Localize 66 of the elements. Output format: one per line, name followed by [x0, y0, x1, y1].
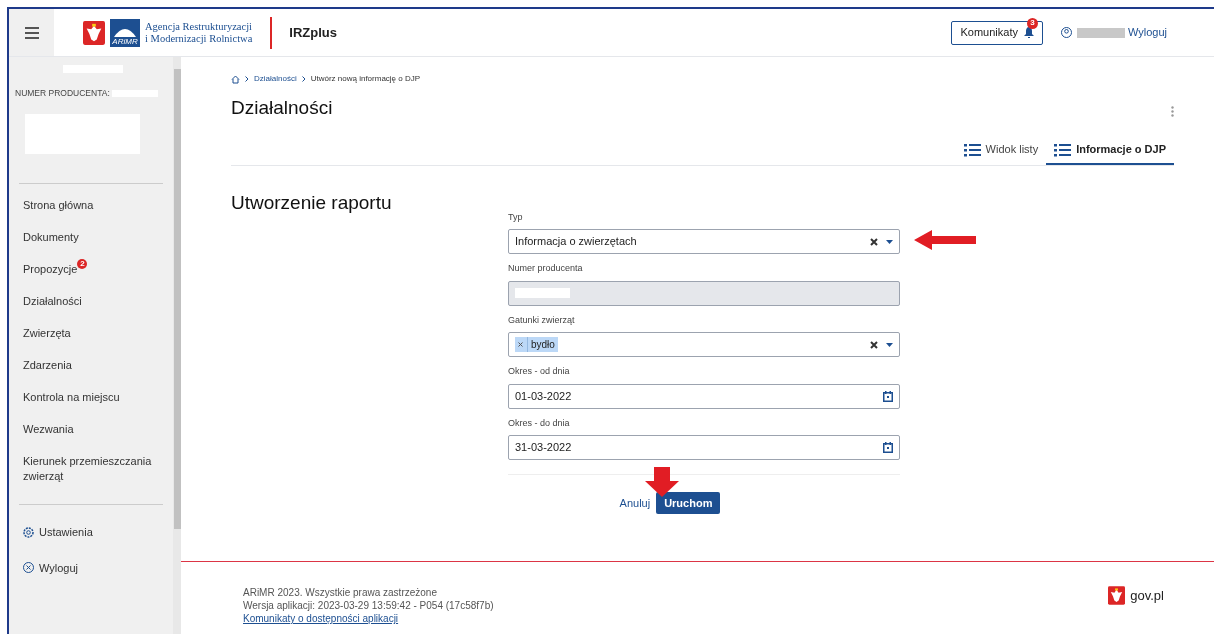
pointer-arrow — [645, 467, 679, 497]
cancel-link[interactable]: Anuluj — [619, 494, 651, 512]
chevron-icon — [245, 76, 249, 82]
view-tab[interactable]: Widok listy — [955, 136, 1047, 165]
accessibility-link[interactable]: Komunikaty o dostępności aplikacji — [243, 612, 494, 625]
nav-link[interactable]: Propozycje — [23, 262, 78, 277]
footer-text: Wersja aplikacji: 2023-03-29 13:59:42 - P054 (17c58f7b) — [243, 599, 494, 612]
date-field[interactable]: 31-03-2022 — [508, 435, 900, 460]
select-field[interactable]: Informacja o zwierzętach — [508, 229, 900, 254]
settings-icon — [23, 526, 34, 538]
more-options-icon[interactable] — [1171, 105, 1174, 117]
page-title: Działalności — [231, 96, 333, 120]
nav-link[interactable]: Dokumenty — [23, 230, 79, 245]
calendar-icon[interactable] — [883, 390, 893, 402]
breadcrumb-link[interactable]: Działalności — [254, 73, 297, 85]
current-page-text: Utwórz nową informację o DJP — [310, 73, 421, 85]
gov-logo-text: gov.pl — [1130, 587, 1164, 605]
footer-text: ARiMR 2023. Wszystkie prawa zastrzeżone — [243, 586, 438, 599]
section-title: Utworzenie raportu — [231, 190, 393, 215]
clear-icon[interactable] — [870, 237, 878, 246]
logout-link[interactable]: Wyloguj — [1127, 24, 1167, 41]
nav-link[interactable]: Kontrola na miejscu — [23, 390, 120, 405]
logout-icon — [23, 562, 34, 574]
eagle-emblem-icon — [1108, 586, 1126, 605]
logo-text: ARiMR — [112, 36, 138, 46]
field-label: Gatunki zwierząt — [508, 313, 576, 327]
caret-icon[interactable] — [886, 239, 893, 244]
user-icon — [1060, 27, 1072, 38]
menu-icon[interactable] — [24, 26, 39, 39]
chevron-icon — [301, 76, 306, 82]
count-badge: 2 — [77, 259, 88, 269]
multiselect-field[interactable]: bydło — [508, 332, 900, 357]
calendar-icon[interactable] — [883, 442, 893, 453]
redacted-username — [1076, 27, 1125, 38]
field-label: Okres - od dnia — [508, 365, 571, 378]
list-icon — [963, 142, 981, 157]
agency-name: Agencja Restrukturyzacji — [145, 20, 253, 33]
home-icon[interactable] — [231, 74, 240, 84]
tag-chip[interactable]: bydło — [515, 337, 558, 352]
agency-name: i Modernizacji Rolnictwa — [145, 32, 253, 45]
field-label: Numer producenta — [508, 262, 584, 275]
remove-icon[interactable] — [518, 342, 523, 347]
nav-link[interactable]: Strona główna — [23, 198, 94, 213]
nav-link[interactable]: Zwierzęta — [23, 326, 71, 341]
caret-icon[interactable] — [886, 342, 893, 347]
notifications-button[interactable]: Komunikaty 3 — [951, 20, 1043, 45]
notification-badge: 3 — [1026, 17, 1038, 29]
clear-icon[interactable] — [870, 340, 878, 349]
nav-link[interactable]: Kierunek przemieszczania zwierząt — [23, 454, 158, 484]
list-icon — [1054, 142, 1072, 157]
eagle-emblem-icon — [83, 19, 105, 46]
run-button[interactable]: Uruchom — [656, 492, 721, 514]
view-tab[interactable]: Informacje o DJP — [1046, 136, 1174, 165]
date-field[interactable]: 01-03-2022 — [508, 383, 900, 409]
field-label: Okres - do dnia — [508, 416, 571, 430]
app-name: IRZplus — [289, 23, 337, 42]
redacted-value — [515, 288, 570, 298]
nav-link[interactable]: Działalności — [23, 294, 82, 309]
nav-link[interactable]: Zdarzenia — [23, 358, 72, 373]
scrollbar-thumb[interactable] — [173, 69, 181, 529]
producer-number-label: NUMER PRODUCENTA: — [15, 87, 110, 100]
settings-link[interactable]: Ustawienia — [23, 524, 173, 541]
field-label: Typ — [508, 210, 524, 224]
nav-link[interactable]: Wezwania — [23, 422, 74, 437]
bell-icon — [1023, 27, 1034, 38]
logout-link[interactable]: Wyloguj — [23, 559, 173, 576]
